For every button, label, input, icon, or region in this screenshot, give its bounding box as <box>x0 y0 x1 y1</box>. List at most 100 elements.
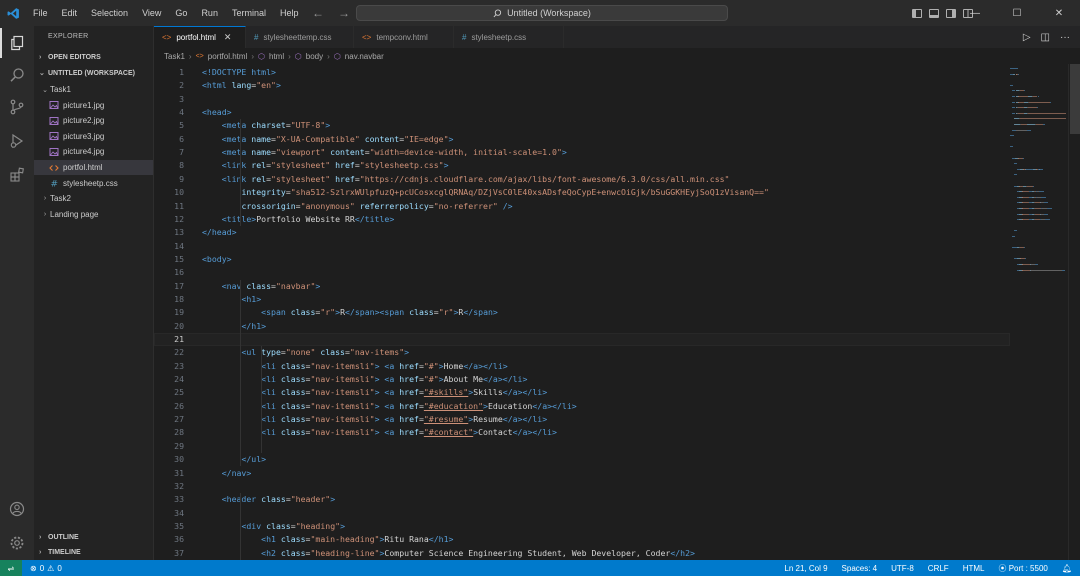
tab-tempconv-html[interactable]: <> tempconv.html <box>354 26 454 48</box>
minimap[interactable] <box>1010 64 1068 284</box>
settings-gear-icon[interactable] <box>0 528 34 558</box>
code-line[interactable]: 20 </h1> <box>154 320 1010 333</box>
bell-icon[interactable]: 🔔︎ <box>1062 564 1072 573</box>
code-line[interactable]: 36 <h1 class="main-heading">Ritu Rana</h… <box>154 533 1010 546</box>
menu-run[interactable]: Run <box>194 0 225 26</box>
tab-portfol-html[interactable]: <> portfol.html ✕ <box>154 26 246 48</box>
tab-stylesheettemp-css[interactable]: # stylesheettemp.css <box>246 26 354 48</box>
code-line[interactable]: 32 <box>154 480 1010 493</box>
back-arrow-icon[interactable]: ← <box>312 6 324 20</box>
folder-item[interactable]: ⌄ Task1 <box>34 82 153 97</box>
code-line[interactable]: 25 <li class="nav-itemsli"> <a href="#sk… <box>154 386 1010 399</box>
code-line[interactable]: 9 <link rel="stylesheet" href="https://c… <box>154 173 1010 186</box>
menu-edit[interactable]: Edit <box>55 0 85 26</box>
code-line[interactable]: 16 <box>154 266 1010 279</box>
breadcrumb-folder[interactable]: Task1 <box>164 52 185 61</box>
vertical-scrollbar-track[interactable] <box>1068 64 1080 560</box>
file-item[interactable]: picture1.jpg <box>34 98 153 113</box>
code-editor[interactable]: 1 <!DOCTYPE html> 2 <html lang="en"> 3 4 <head… <box>154 64 1010 560</box>
command-center-search[interactable]: Untitled (Workspace) <box>356 5 728 21</box>
accounts-icon[interactable] <box>0 494 34 524</box>
minimize-icon[interactable]: — <box>954 0 996 26</box>
code-line[interactable]: 18 <h1> <box>154 293 1010 306</box>
code-line[interactable]: 27 <li class="nav-itemsli"> <a href="#re… <box>154 413 1010 426</box>
outline-section[interactable]: › OUTLINE <box>34 530 154 544</box>
language-mode[interactable]: HTML <box>963 564 985 573</box>
code-line[interactable]: 14 <box>154 240 1010 253</box>
code-line[interactable]: 33 <header class="header"> <box>154 493 1010 506</box>
code-line[interactable]: 30 </ul> <box>154 453 1010 466</box>
file-item[interactable]: picture4.jpg <box>34 144 153 159</box>
menu-help[interactable]: Help <box>273 0 306 26</box>
code-line[interactable]: 1 <!DOCTYPE html> <box>154 66 1010 79</box>
code-line[interactable]: 12 <title>Portfolio Website RR</title> <box>154 213 1010 226</box>
menu-file[interactable]: File <box>26 0 55 26</box>
breadcrumb-html[interactable]: html <box>269 52 284 61</box>
file-item[interactable]: # stylesheetp.css <box>34 176 153 191</box>
split-editor-icon[interactable]: ◫ <box>1041 32 1050 43</box>
timeline-section[interactable]: › TIMELINE <box>34 545 154 559</box>
code-line[interactable]: 34 <box>154 507 1010 520</box>
workspace-section[interactable]: ⌄ UNTITLED (WORKSPACE) <box>34 66 154 80</box>
run-file-icon[interactable]: ▷ <box>1023 32 1031 43</box>
code-line[interactable]: 13 </head> <box>154 226 1010 239</box>
folder-item[interactable]: › Landing page <box>34 207 153 222</box>
code-line[interactable]: 8 <link rel="stylesheet" href="styleshee… <box>154 159 1010 172</box>
code-line[interactable]: 4 <head> <box>154 106 1010 119</box>
code-line[interactable]: 37 <h2 class="heading-line">Computer Sci… <box>154 547 1010 560</box>
more-actions-icon[interactable]: ··· <box>1060 32 1070 43</box>
code-line[interactable]: 2 <html lang="en"> <box>154 79 1010 92</box>
code-line[interactable]: 24 <li class="nav-itemsli"> <a href="#">… <box>154 373 1010 386</box>
code-line[interactable]: 31 </nav> <box>154 467 1010 480</box>
code-line[interactable]: 21 <box>154 333 1010 347</box>
element-symbol-icon: ⬡ <box>333 51 341 61</box>
toggle-sidebar-icon[interactable] <box>912 8 922 18</box>
menu-terminal[interactable]: Terminal <box>225 0 273 26</box>
close-icon[interactable]: ✕ <box>224 32 232 43</box>
run-debug-icon[interactable] <box>0 126 34 156</box>
file-item[interactable]: picture2.jpg <box>34 113 153 128</box>
code-line[interactable]: 19 <span class="r">R</span><span class="… <box>154 306 1010 319</box>
problems-indicator[interactable]: ⊗ 0 ⚠ 0 <box>30 564 62 573</box>
code-line[interactable]: 7 <meta name="viewport" content="width=d… <box>154 146 1010 159</box>
code-line[interactable]: 28 <li class="nav-itemsli"> <a href="#co… <box>154 426 1010 439</box>
search-view-icon[interactable] <box>0 60 34 90</box>
file-item[interactable]: picture3.jpg <box>34 129 153 144</box>
code-line[interactable]: 3 <box>154 93 1010 106</box>
breadcrumb-body[interactable]: body <box>306 52 323 61</box>
code-line[interactable]: 11 crossorigin="anonymous" referrerpolic… <box>154 200 1010 213</box>
code-line[interactable]: 35 <div class="heading"> <box>154 520 1010 533</box>
live-server-port[interactable]: ⦿ Port : 5500 <box>998 563 1047 574</box>
code-line[interactable]: 22 <ul type="none" class="nav-items"> <box>154 346 1010 359</box>
maximize-icon[interactable]: ☐ <box>996 0 1038 26</box>
breadcrumb-file[interactable]: portfol.html <box>208 52 248 61</box>
explorer-icon[interactable] <box>0 28 34 58</box>
source-control-icon[interactable] <box>0 92 34 122</box>
menu-selection[interactable]: Selection <box>84 0 135 26</box>
code-line[interactable]: 5 <meta charset="UTF-8"> <box>154 119 1010 132</box>
line-ending[interactable]: CRLF <box>928 564 949 573</box>
encoding[interactable]: UTF-8 <box>891 564 914 573</box>
cursor-position[interactable]: Ln 21, Col 9 <box>784 564 827 573</box>
code-line[interactable]: 29 <box>154 440 1010 453</box>
code-line[interactable]: 6 <meta name="X-UA-Compatible" content="… <box>154 133 1010 146</box>
menu-go[interactable]: Go <box>168 0 194 26</box>
code-line[interactable]: 17 <nav class="navbar"> <box>154 280 1010 293</box>
extensions-icon[interactable] <box>0 160 34 190</box>
indentation[interactable]: Spaces: 4 <box>842 564 878 573</box>
folder-item[interactable]: › Task2 <box>34 191 153 206</box>
remote-indicator-icon[interactable]: ⇌ <box>0 560 22 576</box>
tab-stylesheetp-css[interactable]: # stylesheetp.css <box>454 26 564 48</box>
open-editors-section[interactable]: › OPEN EDITORS <box>34 50 154 64</box>
vertical-scrollbar-thumb[interactable] <box>1070 64 1080 134</box>
breadcrumb-nav[interactable]: nav.navbar <box>345 52 384 61</box>
close-window-icon[interactable]: ✕ <box>1038 0 1080 26</box>
code-line[interactable]: 10 integrity="sha512-SzlrxWUlpfuzQ+pcUCo… <box>154 186 1010 199</box>
toggle-panel-icon[interactable] <box>929 8 939 18</box>
menu-view[interactable]: View <box>135 0 168 26</box>
code-line[interactable]: 26 <li class="nav-itemsli"> <a href="#ed… <box>154 400 1010 413</box>
forward-arrow-icon[interactable]: → <box>338 6 350 20</box>
code-line[interactable]: 15 <body> <box>154 253 1010 266</box>
file-item[interactable]: portfol.html <box>34 160 153 175</box>
code-line[interactable]: 23 <li class="nav-itemsli"> <a href="#">… <box>154 360 1010 373</box>
